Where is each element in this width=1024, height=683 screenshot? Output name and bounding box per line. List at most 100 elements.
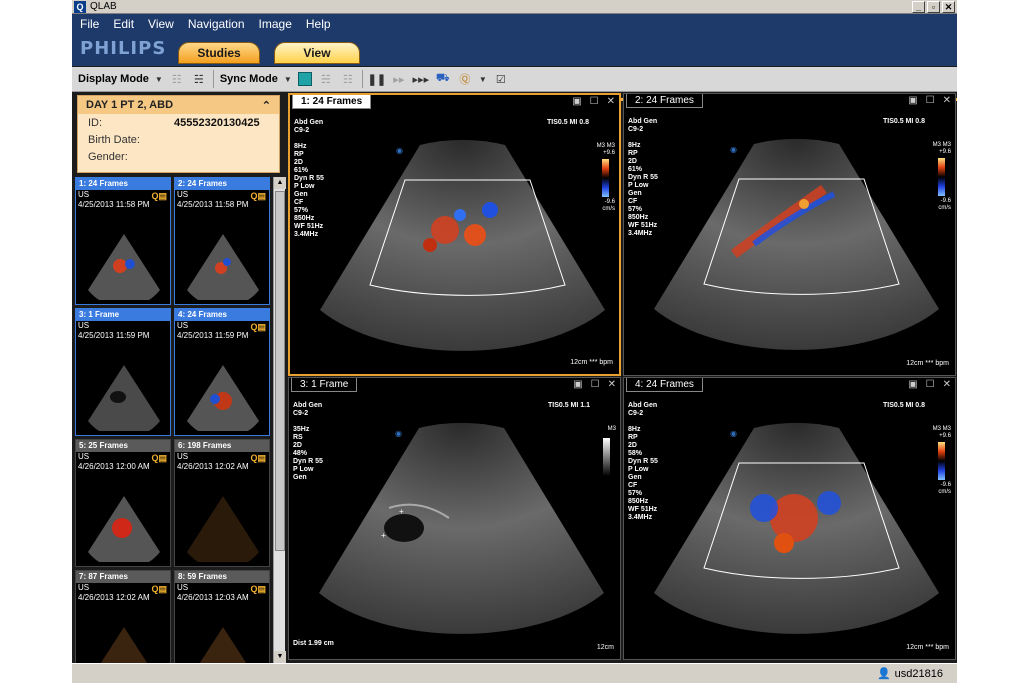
maximize-icon[interactable]: ☐ — [590, 96, 599, 107]
distance-measurement: Dist 1.99 cm — [293, 640, 334, 647]
ultrasound-image: ◉ — [654, 138, 939, 350]
sync-mode-dropdown[interactable]: Sync Mode — [220, 73, 278, 85]
layout-icon[interactable]: ▣ — [908, 95, 917, 106]
chevron-down-icon[interactable]: ▼ — [479, 75, 487, 84]
thumbnail-2[interactable]: 2: 24 Frames US 4/25/2013 11:58 PM Q▤ — [174, 177, 270, 305]
window-title: QLAB — [90, 1, 117, 12]
display-mode-dropdown[interactable]: Display Mode — [78, 73, 149, 85]
step-forward-icon[interactable]: ▸▸ — [391, 71, 407, 87]
ultrasound-thumbnail — [187, 234, 259, 300]
thumbnail-list: 1: 24 Frames US 4/25/2013 11:58 PM Q▤ 2:… — [75, 177, 273, 663]
tis-mi-readout: TIS0.5 MI 0.8 — [546, 119, 589, 126]
layout-icon[interactable]: ▣ — [908, 379, 917, 390]
toolbar-divider — [212, 70, 214, 88]
birth-date-label: Birth Date: — [88, 133, 140, 146]
color-scale: M3 M3 +9.6 — [932, 426, 951, 439]
depth-bpm-readout: 12cm *** bpm — [906, 360, 949, 367]
menu-image[interactable]: Image — [259, 17, 292, 31]
scrollbar-thumb[interactable] — [275, 191, 285, 551]
layout-split-icon[interactable]: ☵ — [191, 71, 207, 87]
title-bar: Q QLAB _ ▫ ✕ — [72, 0, 957, 14]
viewport-title[interactable]: 1: 24 Frames — [292, 95, 372, 109]
ultrasound-thumbnail — [88, 234, 160, 300]
thumbnail-8[interactable]: 8: 59 Frames US 4/26/2013 12:03 AM Q▤ — [174, 570, 270, 663]
color-scale: M3 M3 +9.6 — [932, 142, 951, 155]
maximize-icon[interactable]: ☐ — [591, 379, 600, 390]
viewport-4[interactable]: 4: 24 Frames ▣ ☐ ✕ Abd Gen C9-2 8Hz RP 2D 58%… — [623, 377, 956, 660]
color-scale: M3 M3 +9.6 — [596, 143, 615, 156]
menu-navigation[interactable]: Navigation — [188, 17, 245, 31]
depth-bpm-readout: 12cm *** bpm — [570, 359, 613, 366]
layout-icon[interactable]: ▣ — [573, 379, 582, 390]
minimize-button[interactable]: _ — [912, 1, 925, 13]
thumbnail-4[interactable]: 4: 24 Frames US 4/25/2013 11:59 PM Q▤ — [174, 308, 270, 436]
ultrasound-thumbnail — [199, 627, 247, 663]
grayscale-label: M3 — [607, 426, 616, 432]
menu-file[interactable]: File — [80, 17, 99, 31]
menu-help[interactable]: Help — [306, 17, 331, 31]
close-icon[interactable]: ✕ — [943, 379, 951, 390]
viewport-title[interactable]: 4: 24 Frames — [626, 378, 703, 392]
ultrasound-thumbnail — [187, 496, 259, 562]
color-swatch-icon[interactable] — [297, 72, 312, 86]
ultrasound-thumbnail — [88, 365, 160, 431]
viewport-2[interactable]: 2: 24 Frames ▣ ☐ ✕ Abd Gen C9-2 8Hz RP 2D 61%… — [623, 93, 956, 376]
layout-icon[interactable]: ▣ — [572, 96, 581, 107]
maximize-icon[interactable]: ☐ — [926, 95, 935, 106]
maximize-button[interactable]: ▫ — [927, 1, 940, 13]
philips-logo: PHILIPS — [80, 38, 167, 59]
export-icon[interactable]: ⛟ — [435, 71, 451, 87]
thumbnail-title: 2: 24 Frames — [175, 178, 269, 190]
thumbnail-6[interactable]: 6: 198 Frames US 4/26/2013 12:02 AM Q▤ — [174, 439, 270, 567]
svg-text:+: + — [399, 507, 404, 516]
viewport-1[interactable]: 1: 24 Frames ▣ ☐ ✕ Abd Gen C9-2 8Hz RP 2D 61%… — [288, 93, 621, 376]
sync-icon[interactable]: ☵ — [318, 71, 334, 87]
layout-grid-icon[interactable]: ☷ — [169, 71, 185, 87]
thumbnail-1[interactable]: 1: 24 Frames US 4/25/2013 11:58 PM Q▤ — [75, 177, 171, 305]
brand-bar: PHILIPS Studies View — [72, 34, 957, 101]
patient-card: DAY 1 PT 2, ABD ⌃ ID: 45552320130425 Bir… — [77, 95, 280, 173]
velocity-scale-bar — [602, 159, 609, 197]
menu-bar: File Edit View Navigation Image Help — [72, 14, 957, 34]
user-icon: 👤 — [876, 668, 891, 680]
viewport-title[interactable]: 2: 24 Frames — [626, 94, 703, 108]
scroll-down-icon[interactable]: ▼ — [274, 651, 286, 663]
thumbnail-title: 3: 1 Frame — [76, 309, 170, 321]
depth-readout: 12cm — [596, 644, 614, 651]
pause-icon[interactable]: ❚❚ — [368, 71, 386, 87]
fast-forward-icon[interactable]: ▸▸▸ — [413, 71, 430, 87]
sync-alt-icon[interactable]: ☷ — [340, 71, 356, 87]
tab-view[interactable]: View — [274, 42, 360, 64]
toolbar: Display Mode ▼ ☷ ☵ Sync Mode ▼ ☵ ☷ ❚❚ ▸▸… — [72, 67, 957, 92]
close-icon[interactable]: ✕ — [607, 96, 615, 107]
ultrasound-image: ◉ — [654, 422, 939, 634]
menu-view[interactable]: View — [148, 17, 174, 31]
ultrasound-thumbnail — [88, 496, 160, 562]
chevron-down-icon[interactable]: ▼ — [284, 75, 292, 84]
menu-edit[interactable]: Edit — [113, 17, 134, 31]
thumbnail-title: 5: 25 Frames — [76, 440, 170, 452]
thumbnail-7[interactable]: 7: 87 Frames US 4/26/2013 12:02 AM Q▤ — [75, 570, 171, 663]
thumbnail-3[interactable]: 3: 1 Frame US 4/25/2013 11:59 PM — [75, 308, 171, 436]
thumbnail-scrollbar[interactable]: ▲ ▼ — [273, 177, 286, 663]
svg-text:◉: ◉ — [395, 429, 402, 438]
tab-studies[interactable]: Studies — [178, 42, 260, 64]
viewport-3[interactable]: 3: 1 Frame ▣ ☐ ✕ Abd Gen C9-2 35Hz RS 2D 48% D… — [288, 377, 621, 660]
viewport-title[interactable]: 3: 1 Frame — [291, 378, 358, 392]
qapp-film-icon: Q▤ — [250, 322, 266, 332]
thumbnail-5[interactable]: 5: 25 Frames US 4/26/2013 12:00 AM Q▤ — [75, 439, 171, 567]
patient-id-label: ID: — [88, 116, 103, 129]
close-icon[interactable]: ✕ — [943, 95, 951, 106]
qapp-icon[interactable]: Ⓠ — [457, 71, 473, 87]
checkbox-icon[interactable]: ☑ — [493, 71, 509, 87]
collapse-icon[interactable]: ⌃ — [262, 99, 271, 112]
color-scale-min: -9.6 cm/s — [938, 482, 951, 495]
ultrasound-thumbnail — [187, 365, 259, 431]
close-button[interactable]: ✕ — [942, 1, 955, 13]
scroll-up-icon[interactable]: ▲ — [274, 177, 286, 189]
close-icon[interactable]: ✕ — [608, 379, 616, 390]
chevron-down-icon[interactable]: ▼ — [155, 75, 163, 84]
qlab-window: Q QLAB _ ▫ ✕ File Edit View Navigation I… — [72, 0, 957, 683]
username: usd21816 — [894, 667, 943, 680]
maximize-icon[interactable]: ☐ — [926, 379, 935, 390]
